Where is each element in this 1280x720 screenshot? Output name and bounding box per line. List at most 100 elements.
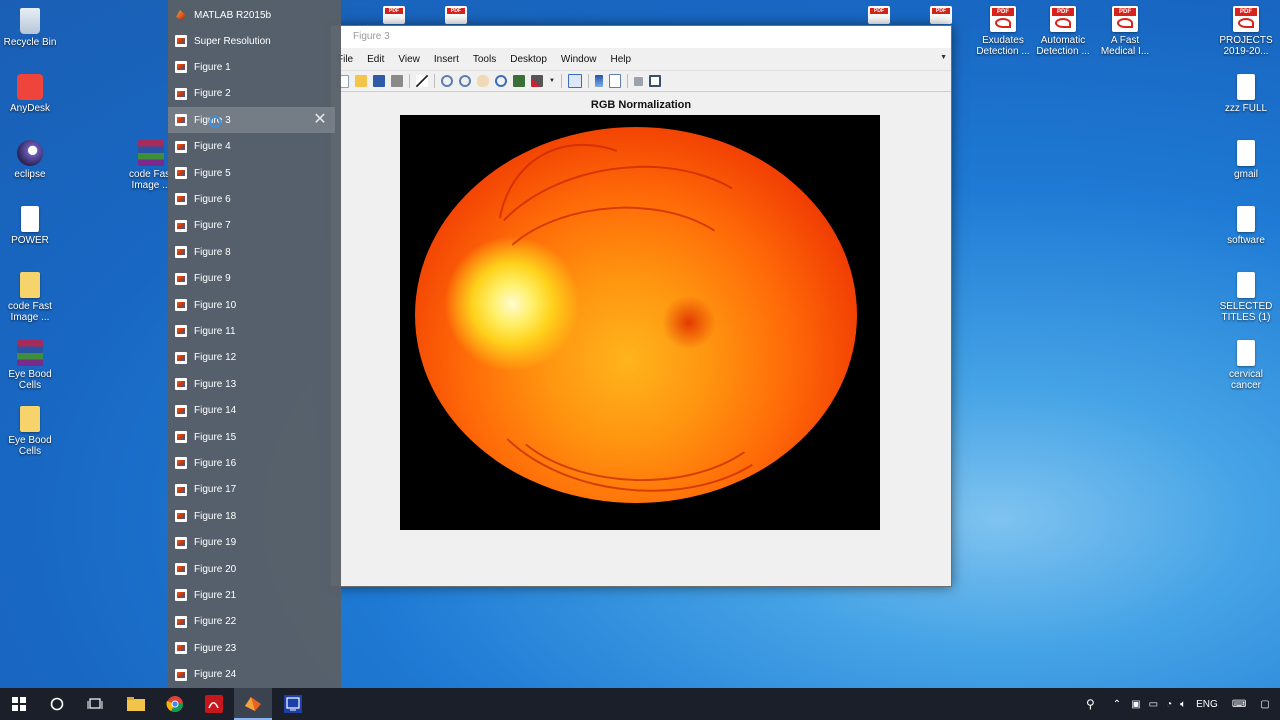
jumplist-item[interactable]: Figure 3 ✕ <box>168 107 335 134</box>
remote-app-button[interactable] <box>274 688 312 720</box>
desktop-icon[interactable]: software <box>1214 206 1278 246</box>
zoom-out-icon[interactable] <box>459 75 471 87</box>
jumplist-item[interactable]: Figure 22 <box>168 609 341 635</box>
figure-icon <box>175 299 187 311</box>
show-plot-tools-icon[interactable] <box>649 75 661 87</box>
acrobat-button[interactable] <box>195 688 233 720</box>
menu-view[interactable]: View <box>398 54 420 65</box>
battery-icon[interactable]: ▭ <box>1149 699 1158 710</box>
document-icon <box>1237 272 1255 298</box>
legend-icon[interactable] <box>609 74 621 88</box>
colorbar-icon[interactable] <box>595 75 603 87</box>
jumplist-item[interactable]: Figure 23 <box>168 635 341 661</box>
desktop-icon[interactable]: PROJECTS 2019-20... <box>1214 6 1278 57</box>
jumplist-app-title[interactable]: MATLAB R2015b <box>168 2 341 28</box>
menu-tools[interactable]: Tools <box>473 54 496 65</box>
document-icon <box>21 206 39 232</box>
desktop-icon[interactable]: SELECTED TITLES (1) <box>1214 272 1278 323</box>
jumplist-item[interactable]: Figure 24 <box>168 662 341 688</box>
jumplist-item[interactable]: Figure 14 <box>168 398 341 424</box>
chrome-button[interactable] <box>156 688 194 720</box>
jumplist-item[interactable]: Super Resolution <box>168 28 341 54</box>
start-button[interactable] <box>0 688 38 720</box>
jumplist-item[interactable]: Figure 11 <box>168 318 341 344</box>
menu-help[interactable]: Help <box>611 54 632 65</box>
jumplist-item[interactable]: Figure 12 <box>168 345 341 371</box>
menubar-expand-icon[interactable]: ▼ <box>940 54 947 61</box>
menu-desktop[interactable]: Desktop <box>510 54 547 65</box>
network-icon[interactable]: ◔ <box>1166 699 1172 710</box>
matlab-icon <box>245 697 261 711</box>
display-icon[interactable]: ▣ <box>1131 699 1140 710</box>
pdf-icon <box>868 6 890 24</box>
desktop-icon[interactable]: A Fast Medical I... <box>1093 6 1157 57</box>
jumplist-item[interactable]: Figure 15 <box>168 424 341 450</box>
figure-icon <box>175 61 187 74</box>
retina-image <box>400 115 880 530</box>
hide-plot-tools-icon[interactable] <box>634 76 643 86</box>
desktop-icon[interactable]: Eye Bood Cells <box>0 406 62 457</box>
jumplist-item[interactable]: Figure 13 <box>168 371 341 397</box>
show-hidden-icons-icon[interactable]: ⌃ <box>1113 699 1121 710</box>
file-explorer-button[interactable] <box>117 688 155 720</box>
jumplist-item[interactable]: Figure 5 <box>168 160 341 186</box>
desktop-icon[interactable]: zzz FULL <box>1214 74 1278 114</box>
figure-titlebar[interactable]: Figure 3 <box>331 26 951 48</box>
menu-edit[interactable]: Edit <box>367 54 384 65</box>
matlab-taskbar-button[interactable] <box>234 688 272 720</box>
jumplist-item[interactable]: Figure 2 <box>168 81 341 107</box>
task-view-icon <box>87 698 103 709</box>
save-icon[interactable] <box>373 75 385 87</box>
rotate-3d-icon[interactable] <box>495 75 507 87</box>
people-icon[interactable]: ⚲ <box>1086 697 1095 711</box>
figure-icon <box>175 589 187 602</box>
jumplist-item[interactable]: Figure 10 <box>168 292 341 318</box>
brush-dropdown-icon[interactable]: ▼ <box>549 75 555 87</box>
jumplist-item[interactable]: Figure 4 <box>168 134 341 160</box>
open-file-icon[interactable] <box>355 75 367 87</box>
volume-icon[interactable]: 🔈︎ <box>1180 699 1186 710</box>
desktop-icon-label: code Fast Image ... <box>8 301 52 323</box>
desktop-icon[interactable]: Exudates Detection ... <box>971 6 1035 57</box>
desktop-icon[interactable]: eclipse <box>0 140 62 180</box>
menu-insert[interactable]: Insert <box>434 54 459 65</box>
close-icon[interactable]: ✕ <box>313 112 327 128</box>
jumplist-item[interactable]: Figure 17 <box>168 477 341 503</box>
keyboard-icon[interactable]: ⌨︎ <box>1232 699 1246 710</box>
figure-icon <box>175 87 187 100</box>
desktop-icon[interactable]: code Fast Image ... <box>0 272 62 323</box>
toolbar-separator <box>627 74 628 88</box>
pan-icon[interactable] <box>477 75 489 87</box>
figure-window[interactable]: Figure 3 File Edit View Insert Tools Des… <box>330 25 952 587</box>
zoom-in-icon[interactable] <box>441 75 453 87</box>
jumplist-item[interactable]: Figure 7 <box>168 213 341 239</box>
jumplist-item[interactable]: Figure 9 <box>168 266 341 292</box>
desktop-icon[interactable]: Eye Bood Cells <box>0 340 62 391</box>
language-indicator[interactable]: ENG <box>1196 699 1218 710</box>
task-view-button[interactable] <box>76 688 114 720</box>
jumplist-item[interactable]: Figure 19 <box>168 530 341 556</box>
link-plot-icon[interactable] <box>568 74 582 88</box>
print-icon[interactable] <box>391 75 403 87</box>
desktop-icon[interactable]: AnyDesk <box>0 74 62 114</box>
edit-plot-icon[interactable] <box>416 75 428 87</box>
desktop-icon-label: SELECTED TITLES (1) <box>1219 301 1273 323</box>
jumplist-item[interactable]: Figure 20 <box>168 556 341 582</box>
data-cursor-icon[interactable] <box>513 75 525 87</box>
desktop-icon[interactable]: cervical cancer <box>1214 340 1278 391</box>
desktop-icon[interactable]: Automatic Detection ... <box>1031 6 1095 57</box>
menu-window[interactable]: Window <box>561 54 597 65</box>
desktop-icon[interactable]: Recycle Bin <box>0 8 62 48</box>
jumplist-item[interactable]: Figure 18 <box>168 503 341 529</box>
desktop-icon[interactable]: POWER <box>0 206 62 246</box>
desktop-icon[interactable]: gmail <box>1214 140 1278 180</box>
jumplist-item[interactable]: Figure 8 <box>168 239 341 265</box>
fundus-image <box>415 115 857 508</box>
jumplist-item[interactable]: Figure 21 <box>168 582 341 608</box>
notifications-icon[interactable]: ▢ <box>1260 699 1269 710</box>
jumplist-item[interactable]: Figure 1 <box>168 54 341 80</box>
jumplist-item[interactable]: Figure 16 <box>168 450 341 476</box>
brush-icon[interactable] <box>531 75 543 87</box>
jumplist-item[interactable]: Figure 6 <box>168 186 341 212</box>
search-button[interactable] <box>38 688 76 720</box>
